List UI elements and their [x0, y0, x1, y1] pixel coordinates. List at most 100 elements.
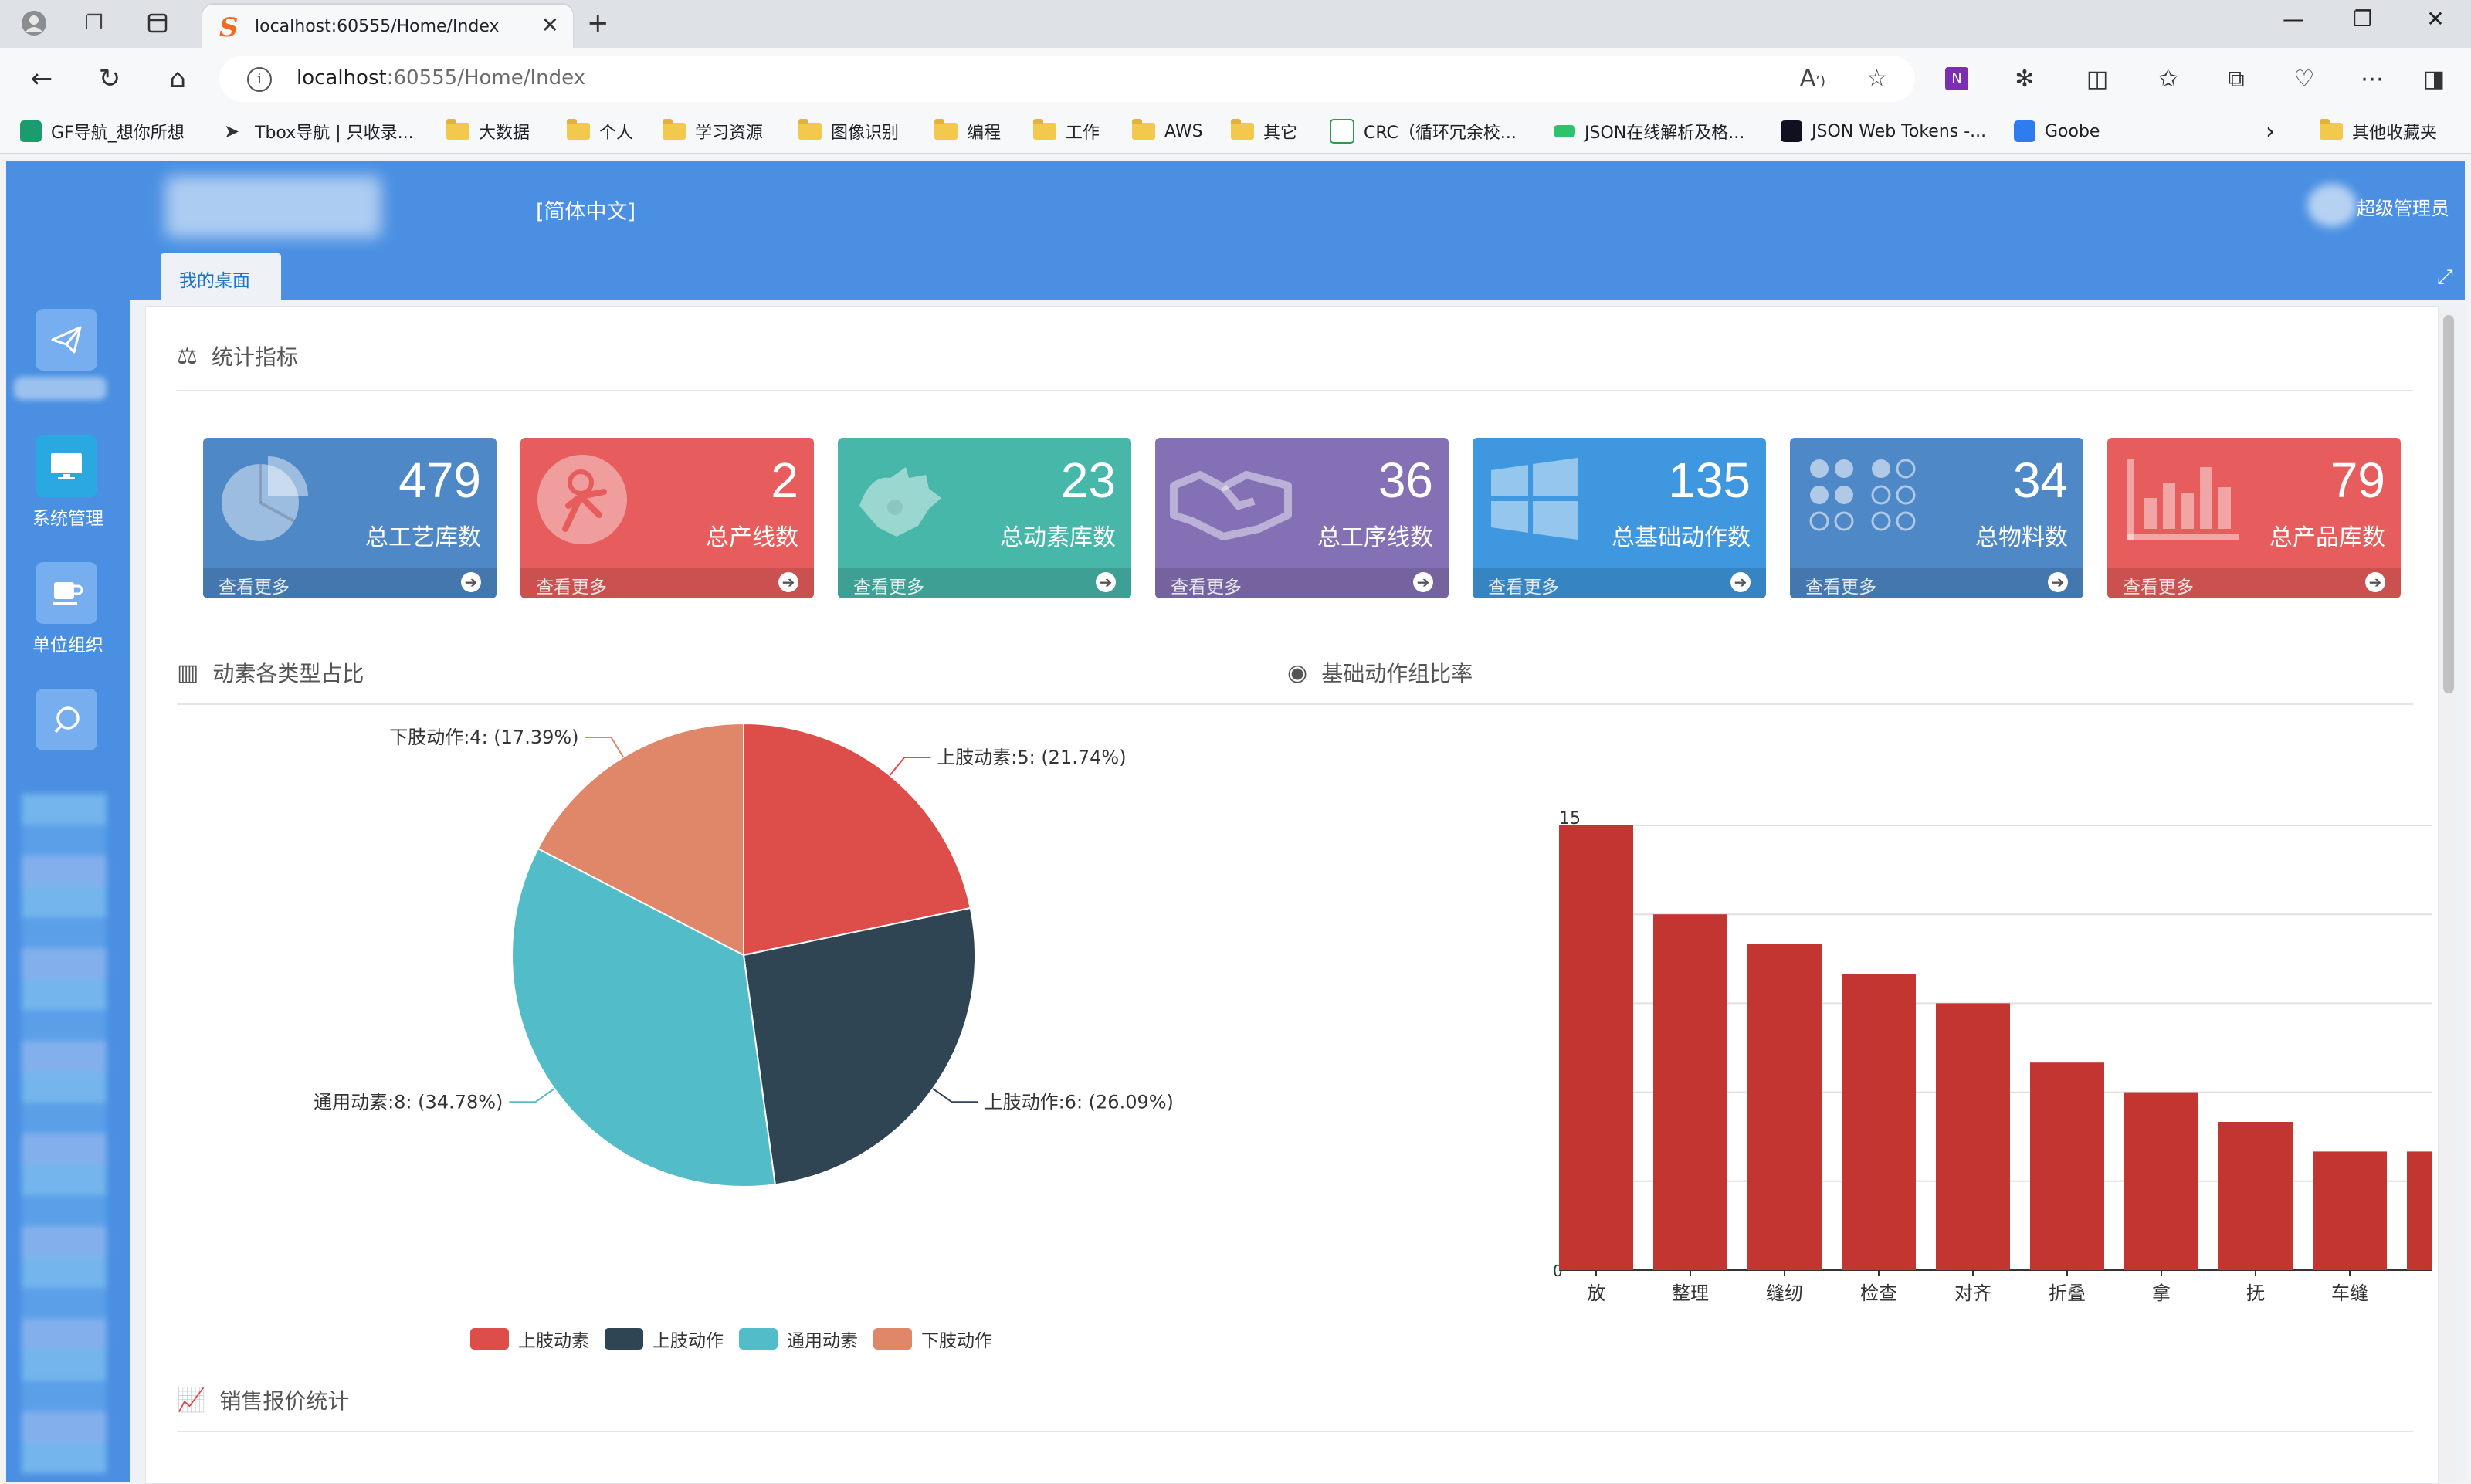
language-switch[interactable]: [简体中文]: [536, 195, 636, 225]
bar[interactable]: [1842, 974, 1916, 1270]
bar[interactable]: [2313, 1151, 2387, 1270]
legend-item[interactable]: 通用动素: [739, 1326, 858, 1352]
avatar[interactable]: [2307, 184, 2357, 227]
stat-card[interactable]: 34 总物料数 查看更多 ➔: [1790, 438, 2083, 598]
active-tab[interactable]: S localhost:60555/Home/Index ✕: [202, 5, 573, 48]
home-icon[interactable]: ⌂: [159, 60, 196, 97]
bookmark-folder[interactable]: 图像识别: [798, 119, 899, 144]
bar[interactable]: [1559, 825, 1633, 1270]
url-text[interactable]: localhost:60555/Home/Index: [297, 66, 585, 90]
bookmark-folder[interactable]: 工作: [1033, 119, 1100, 144]
tab-actions-icon[interactable]: [142, 8, 173, 39]
split-screen-icon[interactable]: ◫: [2080, 62, 2114, 96]
scrollbar-thumb[interactable]: [2443, 315, 2454, 693]
view-more-link[interactable]: 查看更多: [2123, 572, 2194, 598]
stat-card-footer[interactable]: 查看更多 ➔: [1790, 568, 2083, 598]
sidebar-item-org-units[interactable]: 单位组织: [6, 630, 130, 656]
profile-icon[interactable]: [19, 8, 49, 39]
fullscreen-icon[interactable]: ⤢: [2437, 266, 2453, 290]
new-tab-icon[interactable]: +: [587, 8, 609, 39]
reload-icon[interactable]: ↻: [91, 60, 128, 97]
stat-card[interactable]: 23 总动素库数 查看更多 ➔: [838, 438, 1131, 598]
minimize-icon[interactable]: —: [2270, 6, 2317, 32]
bookmark-jwt[interactable]: JSON Web Tokens -...: [1781, 119, 1986, 144]
tab-my-desktop[interactable]: 我的桌面: [161, 253, 281, 300]
stat-card[interactable]: 2 总产线数 查看更多 ➔: [520, 438, 814, 598]
stat-card-footer[interactable]: 查看更多 ➔: [838, 568, 1131, 598]
view-more-link[interactable]: 查看更多: [1805, 572, 1876, 598]
stat-card[interactable]: 135 总基础动作数 查看更多 ➔: [1473, 438, 1766, 598]
extensions-icon[interactable]: ✻: [2008, 62, 2042, 96]
bookmark-json[interactable]: JSON在线解析及格...: [1554, 119, 1744, 144]
address-bar[interactable]: i localhost:60555/Home/Index Aʼ) ☆: [219, 56, 1915, 102]
bar[interactable]: [2407, 1151, 2432, 1270]
site-info-icon[interactable]: i: [247, 67, 272, 92]
sidebar-item-system-management[interactable]: 系统管理: [6, 503, 130, 530]
view-more-link[interactable]: 查看更多: [853, 572, 924, 598]
bookmark-folder[interactable]: 学习资源: [663, 119, 763, 144]
stat-card-footer[interactable]: 查看更多 ➔: [2107, 568, 2401, 598]
bar[interactable]: [1936, 1003, 2010, 1270]
bookmark-crc[interactable]: CRC（循环冗余校...: [1330, 119, 1517, 144]
stat-card-footer[interactable]: 查看更多 ➔: [520, 568, 814, 598]
pie-slice[interactable]: [742, 906, 976, 1186]
back-icon[interactable]: ←: [23, 60, 60, 97]
restore-icon[interactable]: ❐: [2340, 6, 2386, 32]
handshake-icon: [1169, 452, 1292, 547]
desktop-icon[interactable]: [36, 435, 97, 497]
view-more-link[interactable]: 查看更多: [219, 572, 290, 598]
bookmark-folder[interactable]: 编程: [934, 119, 1001, 144]
legend-item[interactable]: 上肢动作: [605, 1326, 724, 1352]
favorites-icon[interactable]: ✩: [2151, 62, 2185, 96]
arrow-circle-right-icon[interactable]: ➔: [1413, 572, 1433, 592]
bar[interactable]: [1747, 944, 1822, 1270]
arrow-circle-right-icon[interactable]: ➔: [1730, 572, 1751, 592]
sidebar-toggle-icon[interactable]: ◨: [2417, 62, 2451, 96]
stat-value: 36: [1378, 452, 1433, 508]
arrow-circle-right-icon[interactable]: ➔: [2365, 572, 2385, 592]
paper-plane-icon[interactable]: [36, 309, 97, 371]
more-bookmarks-chevron-icon[interactable]: ›: [2266, 118, 2275, 145]
stat-card-footer[interactable]: 查看更多 ➔: [1473, 568, 1766, 598]
favorite-star-icon[interactable]: ☆: [1866, 65, 1887, 92]
workspaces-icon[interactable]: ❐: [79, 8, 110, 39]
read-aloud-icon[interactable]: Aʼ): [1800, 65, 1825, 92]
close-tab-icon[interactable]: ✕: [541, 12, 559, 38]
stat-card[interactable]: 479 总工艺库数 查看更多 ➔: [203, 438, 497, 598]
bookmark-tbox[interactable]: ➤ Tbox导航 | 只收录...: [224, 119, 414, 144]
user-name[interactable]: 超级管理员: [2357, 193, 2449, 220]
arrow-circle-right-icon[interactable]: ➔: [461, 572, 481, 592]
bar[interactable]: [1653, 914, 1727, 1270]
bookmark-goobe[interactable]: Goobe: [2014, 119, 2100, 144]
bar[interactable]: [2218, 1122, 2293, 1270]
other-bookmarks[interactable]: 其他收藏夹: [2320, 119, 2437, 144]
scrollbar[interactable]: [2440, 312, 2457, 1482]
browser-essentials-icon[interactable]: ♡: [2287, 62, 2321, 96]
more-menu-icon[interactable]: ⋯: [2355, 62, 2389, 96]
stat-card-footer[interactable]: 查看更多 ➔: [203, 568, 497, 598]
onenote-extension-icon[interactable]: N: [1940, 62, 1974, 96]
stat-card[interactable]: 79 总产品库数 查看更多 ➔: [2107, 438, 2401, 598]
legend-item[interactable]: 下肢动作: [873, 1326, 992, 1352]
bookmark-folder[interactable]: 大数据: [446, 119, 530, 144]
bookmark-folder[interactable]: AWS: [1132, 119, 1203, 144]
view-more-link[interactable]: 查看更多: [1488, 572, 1559, 598]
bar[interactable]: [2030, 1062, 2104, 1270]
legend-item[interactable]: 上肢动素: [470, 1326, 589, 1352]
circle-icon[interactable]: [36, 689, 97, 750]
arrow-circle-right-icon[interactable]: ➔: [1096, 572, 1116, 592]
bar[interactable]: [2124, 1092, 2198, 1270]
stat-card[interactable]: 36 总工序线数 查看更多 ➔: [1155, 438, 1449, 598]
view-more-link[interactable]: 查看更多: [536, 572, 607, 598]
view-more-link[interactable]: 查看更多: [1171, 572, 1242, 598]
close-window-icon[interactable]: ✕: [2412, 6, 2459, 32]
bookmark-folder[interactable]: 其它: [1231, 119, 1297, 144]
bookmark-gf[interactable]: GF导航_想你所想: [20, 119, 185, 144]
coffee-cup-icon[interactable]: [36, 562, 97, 624]
pie-slice-label: 上肢动素:5: (21.74%): [937, 747, 1126, 768]
stat-card-footer[interactable]: 查看更多 ➔: [1155, 568, 1449, 598]
collections-icon[interactable]: ⧉: [2219, 62, 2253, 96]
bookmark-folder[interactable]: 个人: [567, 119, 633, 144]
arrow-circle-right-icon[interactable]: ➔: [2048, 572, 2068, 592]
arrow-circle-right-icon[interactable]: ➔: [778, 572, 798, 592]
